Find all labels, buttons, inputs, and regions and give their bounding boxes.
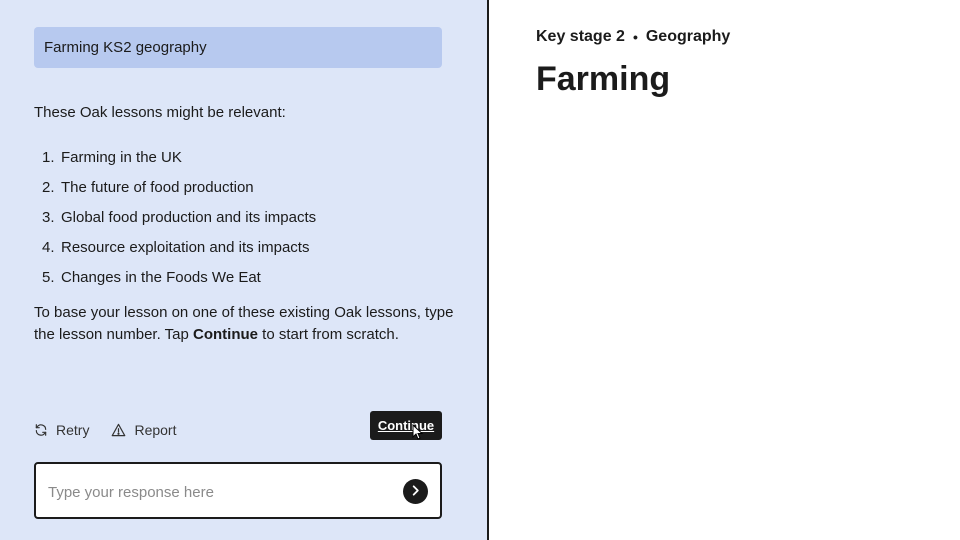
report-label: Report — [134, 422, 177, 438]
lesson-title: Resource exploitation and its impacts — [61, 238, 310, 256]
lesson-meta: Key stage 2 • Geography — [536, 28, 730, 46]
send-button[interactable] — [403, 479, 428, 504]
retry-button[interactable]: Retry — [34, 422, 89, 438]
continue-button[interactable]: Continue — [370, 411, 442, 440]
list-item: 5. Changes in the Foods We Eat — [34, 262, 454, 292]
report-button[interactable]: Report — [111, 422, 176, 438]
lesson-number: 3. — [42, 208, 55, 226]
list-item: 3. Global food production and its impact… — [34, 202, 454, 232]
retry-label: Retry — [56, 422, 90, 438]
instruction-text: To base your lesson on one of these exis… — [34, 302, 454, 346]
list-item: 4. Resource exploitation and its impacts — [34, 232, 454, 262]
lesson-panel: Key stage 2 • Geography Farming — [489, 0, 960, 540]
lesson-title: Farming in the UK — [61, 148, 182, 166]
lesson-title: Changes in the Foods We Eat — [61, 268, 261, 286]
user-message-text: Farming KS2 geography — [44, 39, 207, 56]
chat-panel: Farming KS2 geography These Oak lessons … — [0, 0, 487, 540]
message-actions: Retry Report — [34, 420, 176, 440]
list-item: 2. The future of food production — [34, 172, 454, 202]
lesson-number: 5. — [42, 268, 55, 286]
lesson-number: 4. — [42, 238, 55, 256]
mouse-pointer-icon — [412, 423, 424, 446]
assistant-intro: These Oak lessons might be relevant: — [34, 104, 286, 121]
refresh-icon — [34, 423, 48, 437]
list-item: 1. Farming in the UK — [34, 142, 454, 172]
response-input-box — [34, 462, 442, 519]
subject: Geography — [645, 28, 731, 45]
response-input[interactable] — [48, 480, 388, 504]
key-stage: Key stage 2 — [536, 28, 625, 45]
continue-label: Continue — [377, 418, 435, 433]
meta-separator: • — [632, 29, 638, 45]
lesson-title: Global food production and its impacts — [61, 208, 317, 226]
app: Farming KS2 geography These Oak lessons … — [0, 0, 960, 540]
lesson-title-heading: Farming — [536, 60, 671, 98]
lesson-number: 2. — [42, 178, 55, 196]
user-message: Farming KS2 geography — [34, 27, 442, 68]
lesson-number: 1. — [42, 148, 55, 166]
chevron-right-icon — [410, 483, 421, 501]
instruction-post: to start from scratch. — [258, 326, 399, 343]
warning-icon — [111, 423, 126, 437]
lesson-list: 1. Farming in the UK 2. The future of fo… — [34, 142, 454, 292]
instruction-bold: Continue — [193, 326, 258, 343]
lesson-title: The future of food production — [61, 178, 254, 196]
